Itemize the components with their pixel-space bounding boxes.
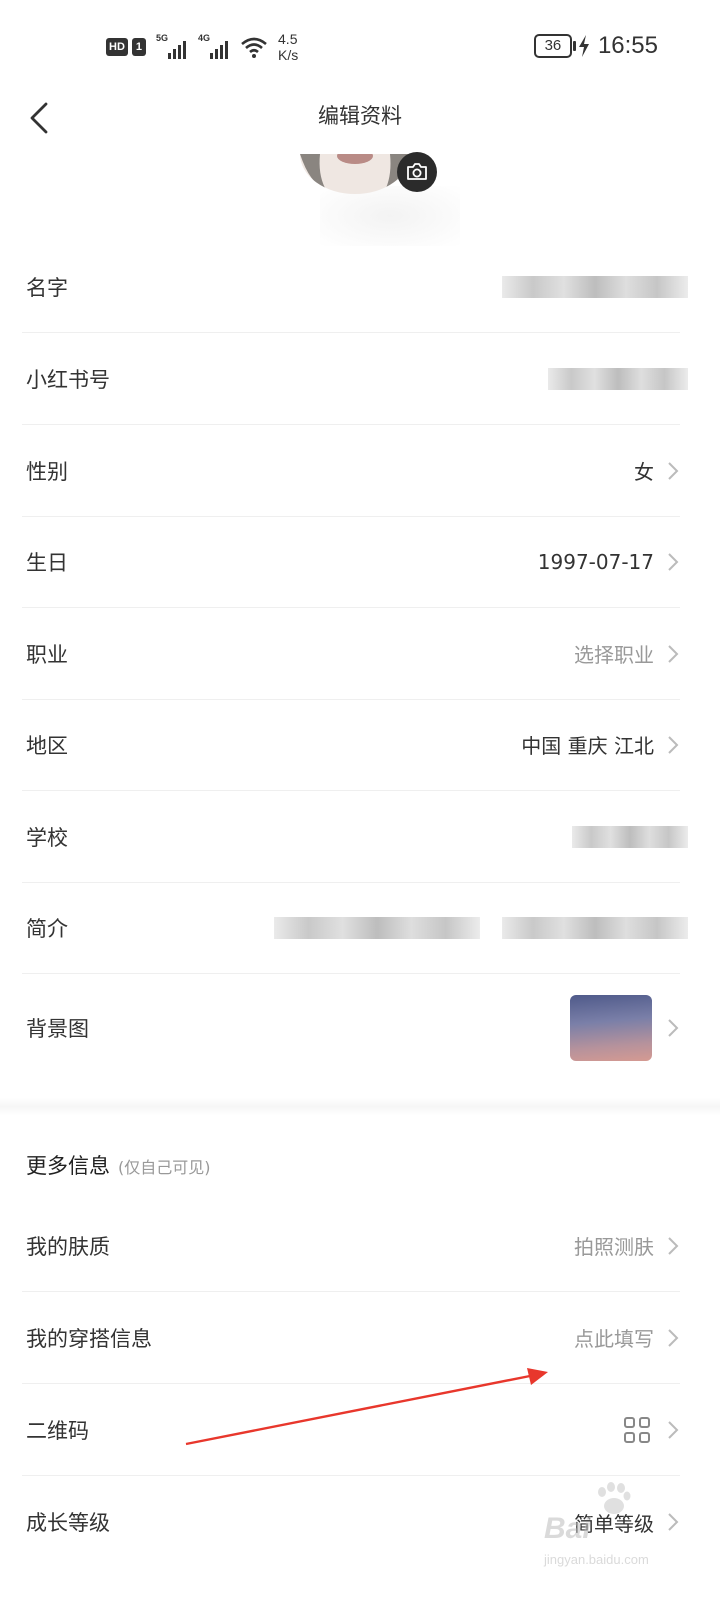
section-note: (仅自己可见) — [118, 1158, 211, 1177]
chevron-right-icon — [668, 1019, 679, 1037]
change-avatar-button[interactable] — [397, 152, 437, 192]
blurred-value — [502, 882, 688, 973]
more-info-header: 更多信息 (仅自己可见) — [26, 1150, 211, 1180]
row-label: 成长等级 — [26, 1511, 110, 1535]
row-growth-level[interactable]: 成长等级 简单等级 — [22, 1476, 680, 1568]
chevron-right-icon — [668, 1420, 679, 1439]
blurred-value — [548, 333, 688, 424]
hd-badge: HD — [106, 38, 128, 56]
status-bar: HD 1 5G 4G 4.5 K/s 36 16:55 — [0, 0, 720, 90]
chevron-right-icon — [668, 461, 679, 480]
row-qr-code[interactable]: 二维码 — [22, 1384, 680, 1476]
sim-badge: 1 — [131, 38, 147, 56]
row-value: 拍照测肤 — [574, 1235, 654, 1259]
status-left: HD 1 5G 4G 4.5 K/s — [106, 30, 298, 64]
net-speed: 4.5 K/s — [278, 31, 298, 63]
row-label: 学校 — [26, 825, 68, 850]
row-label: 我的穿搭信息 — [26, 1326, 152, 1351]
row-redbook-id[interactable]: 小红书号 — [22, 333, 688, 425]
chevron-right-icon — [668, 644, 679, 663]
signal-5g-icon: 5G — [156, 33, 187, 59]
charging-bolt-icon — [578, 35, 589, 57]
row-value: 1997-07-17 — [537, 549, 654, 574]
background-thumbnail — [570, 995, 652, 1061]
row-gender[interactable]: 性别 女 — [22, 425, 680, 517]
signal-4g-icon: 4G — [198, 33, 229, 59]
row-region[interactable]: 地区 中国 重庆 江北 — [22, 699, 680, 791]
row-label: 地区 — [26, 733, 68, 758]
chevron-right-icon — [668, 1513, 679, 1531]
row-label: 二维码 — [26, 1418, 89, 1443]
row-name[interactable]: 名字 — [22, 241, 688, 333]
row-value: 点此填写 — [574, 1327, 654, 1351]
blurred-value — [572, 791, 688, 882]
row-label: 我的肤质 — [26, 1234, 110, 1259]
row-label: 职业 — [26, 642, 68, 667]
page-title: 编辑资料 — [318, 104, 402, 128]
status-right: 36 16:55 — [533, 30, 658, 62]
row-label: 生日 — [26, 550, 68, 575]
section-title: 更多信息 — [26, 1154, 110, 1178]
net-type-4g: 4G — [198, 33, 211, 43]
blurred-value — [502, 241, 688, 332]
camera-icon — [407, 163, 427, 180]
net-speed-value: 4.5 — [278, 31, 298, 47]
row-label: 性别 — [26, 459, 68, 484]
row-label: 名字 — [26, 275, 68, 300]
status-time: 16:55 — [597, 32, 658, 59]
chevron-right-icon — [668, 1236, 679, 1255]
row-label: 简介 — [26, 916, 68, 941]
net-speed-unit: K/s — [278, 47, 299, 63]
row-value: 中国 重庆 江北 — [521, 734, 654, 758]
row-value: 选择职业 — [574, 643, 654, 667]
row-background[interactable]: 背景图 — [22, 982, 680, 1074]
wifi-icon — [241, 37, 267, 58]
row-label: 小红书号 — [26, 367, 110, 392]
chevron-right-icon — [668, 1328, 679, 1347]
section-divider — [0, 1098, 720, 1116]
row-bio[interactable]: 简介 — [22, 882, 688, 974]
battery-icon: 36 — [533, 34, 576, 58]
row-birthday[interactable]: 生日 1997-07-17 — [22, 516, 680, 608]
row-outfit-info[interactable]: 我的穿搭信息 点此填写 — [22, 1292, 680, 1384]
net-type-5g: 5G — [156, 33, 169, 43]
row-occupation[interactable]: 职业 选择职业 — [22, 608, 680, 700]
chevron-right-icon — [668, 735, 679, 754]
row-value: 女 — [634, 460, 654, 484]
blurred-value — [274, 882, 480, 973]
row-school[interactable]: 学校 — [22, 791, 688, 883]
app-header: 编辑资料 — [0, 90, 720, 140]
avatar-shadow — [320, 186, 460, 246]
row-skin-type[interactable]: 我的肤质 拍照测肤 — [22, 1200, 680, 1292]
row-value: 简单等级 — [574, 1511, 654, 1536]
chevron-right-icon — [668, 552, 679, 571]
qr-code-icon — [624, 1416, 650, 1443]
row-label: 背景图 — [26, 1017, 89, 1041]
